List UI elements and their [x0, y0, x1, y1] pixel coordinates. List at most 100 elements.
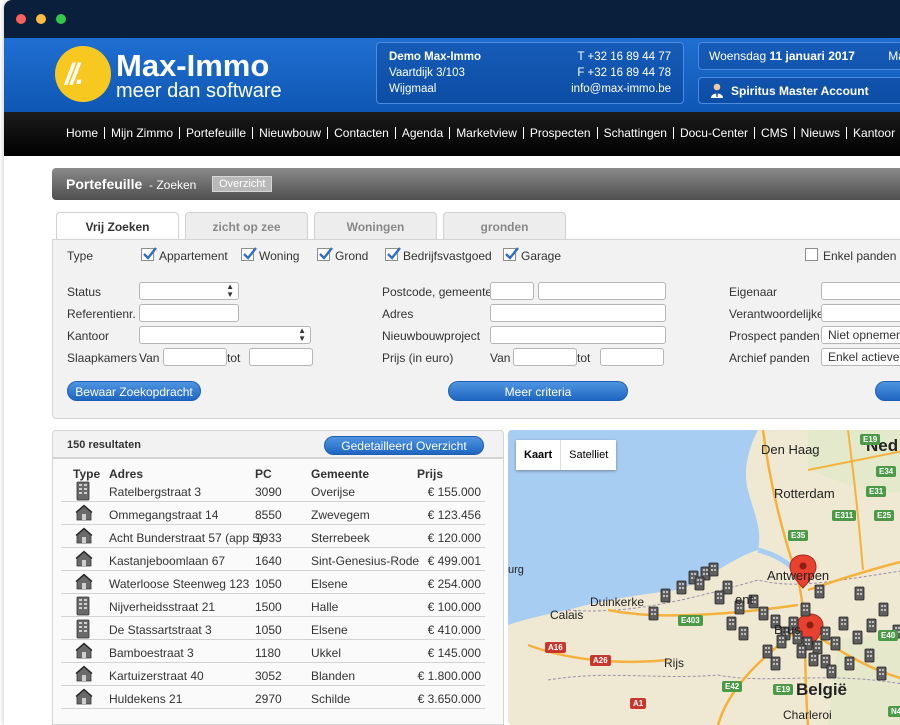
building-marker-icon[interactable] — [676, 580, 687, 595]
road-badge: A26 — [590, 655, 611, 666]
table-row[interactable]: Acht Bunderstraat 57 (app 5) 1933 Sterrebe… — [61, 525, 485, 548]
search-button[interactable] — [875, 381, 900, 401]
table-row[interactable]: Ratelbergstraat 3 3090 Overijse € 155.000 — [61, 479, 485, 502]
building-marker-icon[interactable] — [758, 606, 769, 621]
account-button[interactable]: Spiritus Master Account — [698, 77, 900, 104]
save-search-button[interactable]: Bewaar Zoekopdracht — [67, 381, 201, 401]
tab-gronden[interactable]: gronden — [443, 212, 566, 239]
nav-docu-center[interactable]: Docu-Center — [674, 127, 755, 139]
nav-schattingen[interactable]: Schattingen — [598, 127, 674, 139]
checkbox-woning[interactable] — [241, 247, 257, 261]
map-label-urg: urg — [508, 564, 524, 576]
row-pc: 8550 — [255, 508, 282, 522]
table-row[interactable]: Ommegangstraat 14 8550 Zwevegem € 123.456 — [61, 502, 485, 525]
building-marker-icon[interactable] — [726, 616, 737, 631]
row-address: Bamboestraat 3 — [109, 646, 194, 660]
building-marker-icon[interactable] — [648, 606, 659, 621]
results-map[interactable]: Den Haag Ned Rotterdam Antwerpen Calais … — [508, 430, 900, 725]
postcode-input[interactable] — [490, 282, 534, 300]
overview-button[interactable]: Overzicht — [212, 176, 273, 192]
table-row[interactable]: Waterloose Steenweg 123 1050 Elsene € 254.0… — [61, 571, 485, 594]
nav-home[interactable]: Home — [60, 127, 106, 139]
building-marker-icon[interactable] — [866, 618, 877, 633]
nav-cms[interactable]: CMS — [755, 127, 795, 139]
building-marker-icon[interactable] — [854, 586, 865, 601]
prospect-select[interactable]: Niet opnemen — [821, 326, 900, 344]
road-badge: E19 — [773, 684, 794, 695]
building-marker-icon[interactable] — [714, 590, 725, 605]
building-marker-icon[interactable] — [830, 636, 841, 651]
checkbox-appartement[interactable] — [141, 247, 157, 261]
municipality-input[interactable] — [538, 282, 666, 300]
map-view-button[interactable]: Kaart — [516, 440, 562, 470]
price-to-input[interactable] — [600, 348, 664, 366]
tab-woningen[interactable]: Woningen — [314, 212, 437, 239]
table-row[interactable]: Kastanjeboomlaan 67 1640 Sint-Genesius-Rod… — [61, 548, 485, 571]
owner-input[interactable] — [821, 282, 900, 300]
table-row[interactable]: Kartuizerstraat 40 3052 Blanden € 1.800.000 — [61, 663, 485, 686]
nav-mijn-zimmo[interactable]: Mijn Zimmo — [105, 127, 181, 139]
building-marker-icon[interactable] — [708, 562, 719, 577]
table-row[interactable]: Nijverheidsstraat 21 1500 Halle € 100.000 — [61, 594, 485, 617]
building-marker-icon[interactable] — [876, 666, 887, 681]
detailed-overview-button[interactable]: Gedetailleerd Overzicht — [324, 436, 484, 455]
building-marker-icon[interactable] — [796, 644, 807, 659]
apartment-icon — [75, 619, 91, 642]
building-marker-icon[interactable] — [660, 588, 671, 603]
building-marker-icon[interactable] — [808, 652, 819, 667]
nav-nieuws[interactable]: Nieuws — [795, 127, 848, 139]
bedrooms-to-input[interactable] — [249, 348, 313, 366]
building-marker-icon[interactable] — [800, 602, 811, 617]
more-criteria-button[interactable]: Meer criteria — [448, 381, 628, 401]
tab-zicht-op-zee[interactable]: zicht op zee — [185, 212, 308, 239]
building-marker-icon[interactable] — [864, 648, 875, 663]
checkbox-bedrijfsvastgoed[interactable] — [385, 247, 401, 261]
bedrooms-from-input[interactable] — [163, 348, 227, 366]
checkbox-only-panels[interactable] — [805, 248, 818, 261]
building-marker-icon[interactable] — [694, 576, 705, 591]
building-marker-icon[interactable] — [878, 602, 889, 617]
table-row[interactable]: Bamboestraat 3 1180 Ukkel € 145.000 — [61, 640, 485, 663]
logo-icon[interactable]: //. — [55, 46, 111, 102]
house-icon — [75, 642, 93, 663]
nav-marketview[interactable]: Marketview — [450, 127, 524, 139]
row-price: € 120.000 — [427, 531, 481, 545]
checkbox-garage[interactable] — [503, 247, 519, 261]
table-row[interactable]: Huldekens 21 2970 Schilde € 3.650.000 — [61, 686, 485, 709]
reference-input[interactable] — [139, 304, 239, 322]
company-email[interactable]: info@max-immo.be — [571, 83, 671, 95]
nav-agenda[interactable]: Agenda — [396, 127, 451, 139]
building-marker-icon[interactable] — [814, 584, 825, 599]
responsible-input[interactable] — [821, 304, 900, 322]
row-address: Waterloose Steenweg 123 — [109, 577, 250, 591]
road-badge: N4 — [888, 706, 900, 717]
tab-vrij-zoeken[interactable]: Vrij Zoeken — [56, 212, 179, 240]
archive-select[interactable]: Enkel actieve p — [821, 348, 900, 366]
building-marker-icon[interactable] — [826, 664, 837, 679]
checkbox-grond[interactable] — [317, 247, 333, 261]
minimize-window-icon[interactable] — [36, 14, 46, 24]
building-marker-icon[interactable] — [852, 630, 863, 645]
nav-contacten[interactable]: Contacten — [328, 127, 396, 139]
nav-portefeuille[interactable]: Portefeuille — [180, 127, 254, 139]
maximize-window-icon[interactable] — [56, 14, 66, 24]
newbuild-input[interactable] — [490, 326, 666, 344]
prospect-label: Prospect panden — [729, 329, 820, 343]
building-marker-icon[interactable] — [738, 626, 749, 641]
select-arrows-icon: ▲ ▼ — [298, 326, 306, 343]
price-from-input[interactable] — [513, 348, 577, 366]
nav-nieuwbouw[interactable]: Nieuwbouw — [253, 127, 329, 139]
building-marker-icon[interactable] — [838, 616, 849, 631]
building-marker-icon[interactable] — [844, 656, 855, 671]
map-label-gent: ent — [735, 592, 754, 607]
nav-kantoor[interactable]: Kantoor — [847, 127, 900, 139]
close-window-icon[interactable] — [16, 14, 26, 24]
nav-prospecten[interactable]: Prospecten — [524, 127, 598, 139]
building-marker-icon[interactable] — [762, 644, 773, 659]
office-select[interactable]: ▲ ▼ — [139, 326, 311, 344]
address-input[interactable] — [490, 304, 666, 322]
satellite-view-button[interactable]: Satelliet — [561, 440, 616, 470]
table-row[interactable]: De Stassartstraat 3 1050 Elsene € 410.000 — [61, 617, 485, 640]
status-select[interactable]: ▲ ▼ — [139, 282, 239, 300]
results-count: 150 resultaten — [67, 439, 141, 451]
